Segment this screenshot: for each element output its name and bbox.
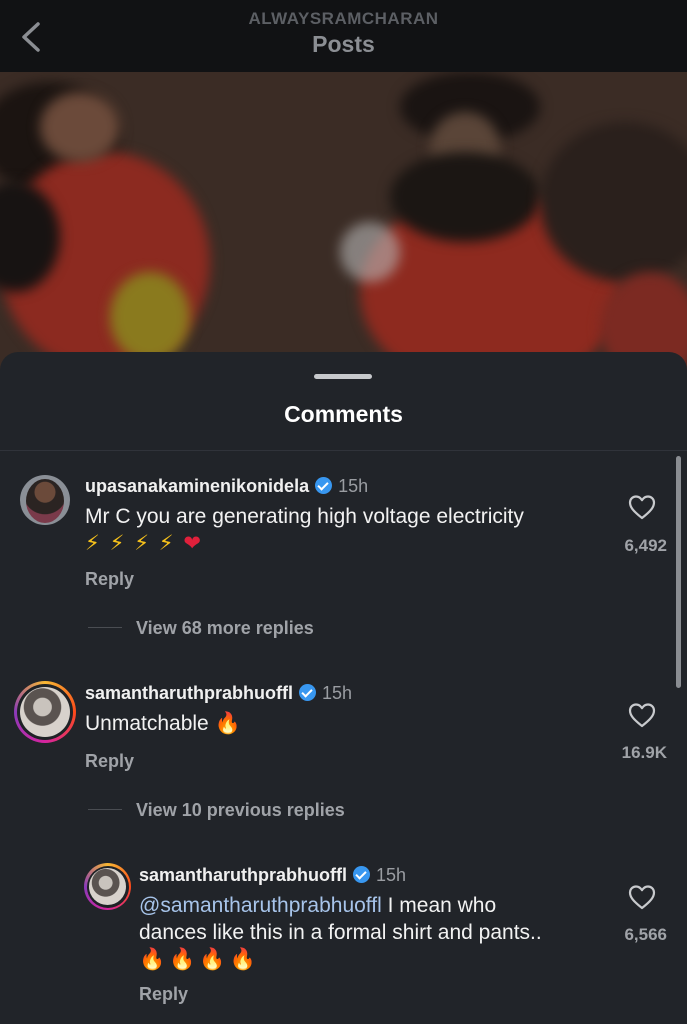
username-text[interactable]: samantharuthprabhuoffl <box>85 683 293 703</box>
reply-text-rest: I mean who <box>381 894 497 917</box>
comment-username[interactable]: upasanakaminenikonidela 15h <box>85 476 368 497</box>
comment-emoji-line: ⚡ ⚡ ⚡ ⚡ ❤ <box>85 530 605 557</box>
reply-button[interactable]: Reply <box>139 984 188 1005</box>
avatar[interactable] <box>84 863 131 910</box>
heart-outline-icon[interactable] <box>628 494 656 520</box>
lightning-icon: ⚡ <box>109 532 127 555</box>
lightning-icon: ⚡ <box>134 532 151 555</box>
comment-text-line: Mr C you are generating high voltage ele… <box>85 505 524 528</box>
top-bar: ALWAYSRAMCHARAN Posts <box>0 0 687 72</box>
reply-time: 15h <box>376 865 407 885</box>
scrollbar[interactable] <box>676 456 681 688</box>
reply-button[interactable]: Reply <box>85 569 134 590</box>
username-text[interactable]: upasanakaminenikonidela <box>85 476 309 496</box>
like-count: 16.9K <box>621 743 667 762</box>
replies-line <box>88 809 122 810</box>
reply-button[interactable]: Reply <box>85 751 134 772</box>
comment-text: Mr C you are generating high voltage ele… <box>85 503 605 557</box>
comment-text: Unmatchable 🔥 <box>85 712 241 735</box>
account-name: ALWAYSRAMCHARAN <box>248 9 439 28</box>
view-replies-button[interactable]: View 68 more replies <box>136 618 314 639</box>
like-count: 6,492 <box>624 536 667 555</box>
heart-emoji-icon: ❤ <box>183 532 203 555</box>
avatar[interactable] <box>14 681 76 743</box>
drag-handle[interactable] <box>314 374 372 379</box>
comments-title: Comments <box>284 401 403 427</box>
reply-text-line: dances like this in a formal shirt and p… <box>139 921 542 944</box>
comment-username[interactable]: samantharuthprabhuoffl 15h <box>85 683 352 704</box>
reply-emoji-line: 🔥🔥🔥🔥 <box>139 948 260 971</box>
verified-badge-icon <box>353 866 371 883</box>
verified-badge-icon <box>315 477 333 494</box>
avatar[interactable] <box>20 475 70 525</box>
reply-username[interactable]: samantharuthprabhuoffl 15h <box>139 865 406 886</box>
heart-outline-icon[interactable] <box>628 884 656 910</box>
page-title: Posts <box>312 31 375 57</box>
replies-line <box>88 627 122 628</box>
like-count: 6,566 <box>624 925 667 944</box>
lightning-icon: ⚡ <box>85 532 102 555</box>
heart-outline-icon[interactable] <box>628 702 656 728</box>
divider <box>0 450 687 451</box>
lightning-icon: ⚡ <box>158 532 176 555</box>
post-image <box>0 72 687 372</box>
comment-time: 15h <box>322 683 353 703</box>
comment-time: 15h <box>338 476 369 496</box>
username-text[interactable]: samantharuthprabhuoffl <box>139 865 347 885</box>
reply-text: @samantharuthprabhuoffl I mean who dance… <box>139 892 609 973</box>
reply-text-line: @samantharuthprabhuoffl I mean who <box>139 892 609 919</box>
verified-badge-icon <box>299 684 317 701</box>
view-replies-button[interactable]: View 10 previous replies <box>136 800 345 821</box>
mention-link[interactable]: @samantharuthprabhuoffl <box>139 894 382 917</box>
